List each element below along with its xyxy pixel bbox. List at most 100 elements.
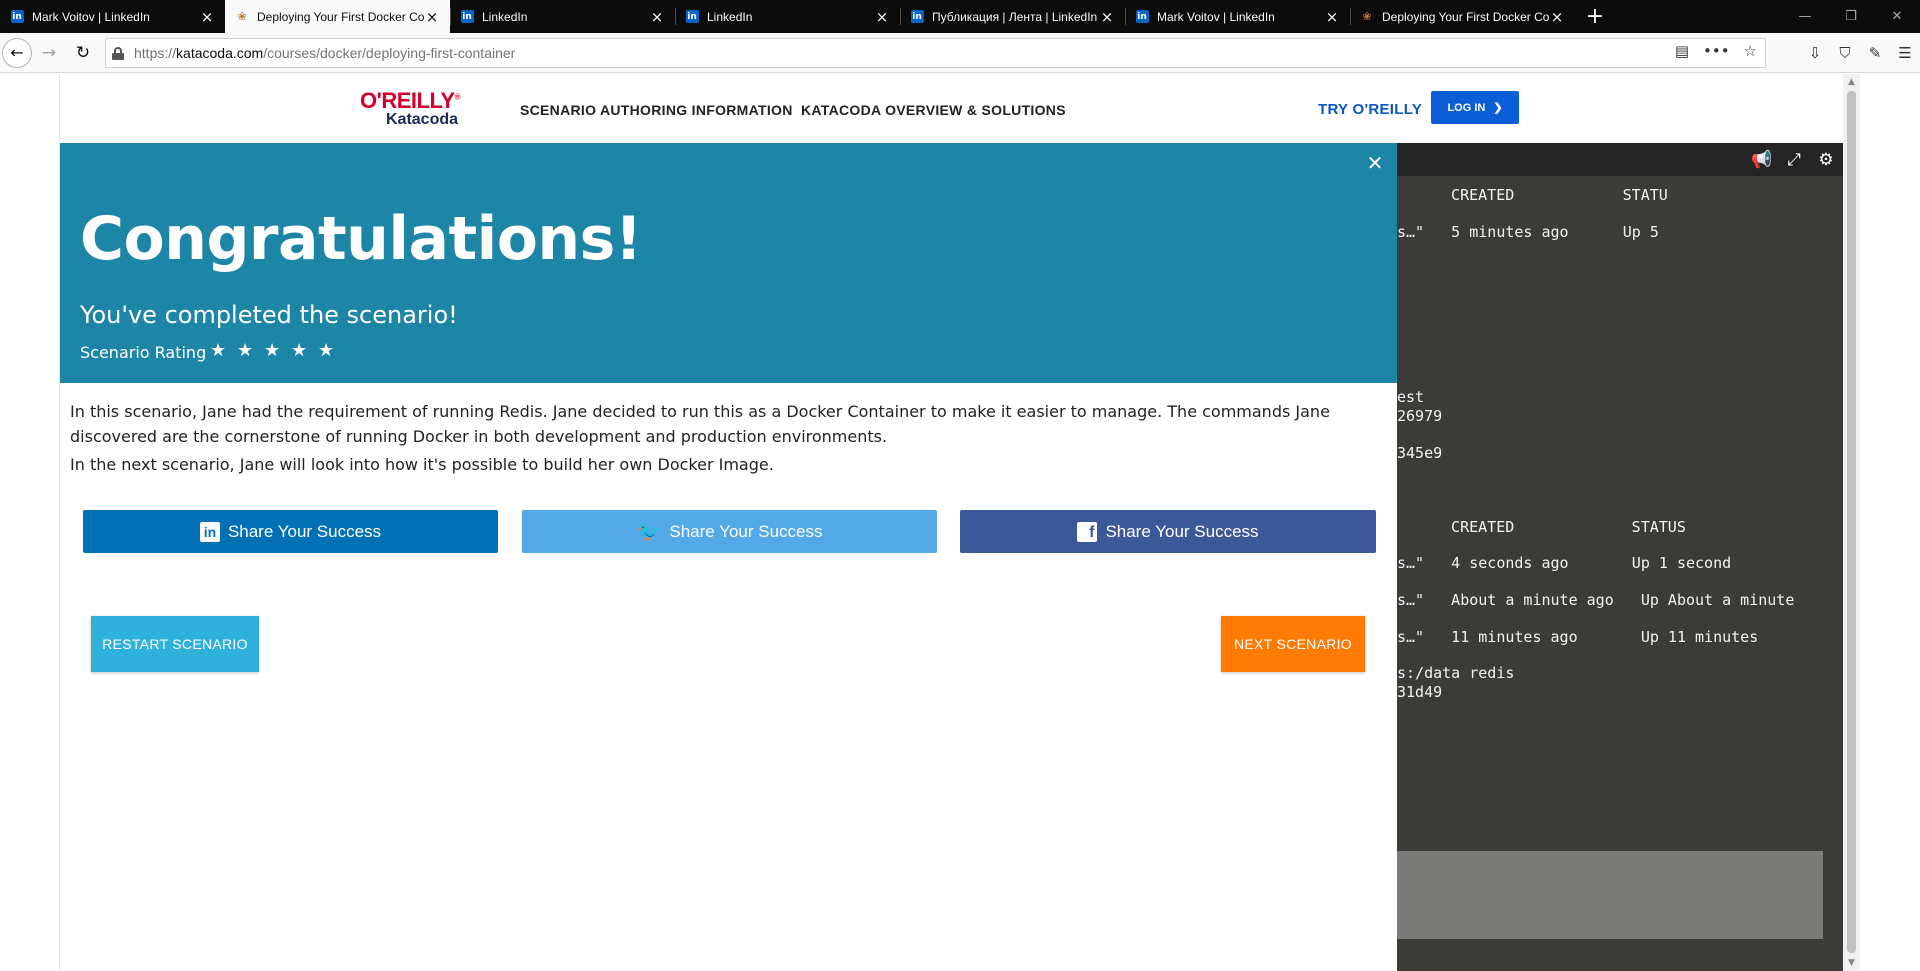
- browser-tab[interactable]: in LinkedIn ×: [450, 0, 675, 33]
- terminal-selection[interactable]: [1397, 851, 1823, 939]
- terminal-panel[interactable]: 📢 ⤢ ⚙ CREATED STATU s…" 5 minutes ago Up…: [1397, 143, 1843, 971]
- star-icon[interactable]: ★: [264, 342, 282, 360]
- browser-tab[interactable]: ❀ Deploying Your First Docker Co ×: [1350, 0, 1575, 33]
- twitter-bird-icon: 🐦: [636, 521, 662, 543]
- share-twitter-button[interactable]: 🐦 Share Your Success: [522, 510, 937, 553]
- star-icon[interactable]: ★: [210, 342, 228, 360]
- forward-arrow-icon[interactable]: →: [32, 38, 66, 68]
- restore-icon[interactable]: ❐: [1828, 0, 1874, 33]
- terminal-line: s…" 11 minutes ago Up 11 minutes: [1397, 628, 1759, 646]
- nav-link-katacoda-overview[interactable]: KATACODA OVERVIEW & SOLUTIONS: [801, 102, 1066, 118]
- close-icon[interactable]: ✕: [1363, 151, 1387, 175]
- scroll-thumb[interactable]: [1847, 91, 1856, 953]
- tab-strip: in Mark Voitov | LinkedIn × ❀ Deploying …: [0, 0, 1920, 33]
- extension-icon[interactable]: ✎: [1860, 38, 1890, 68]
- close-tab-icon[interactable]: ×: [424, 9, 440, 25]
- page: O'REILLY® Katacoda SCENARIO AUTHORING IN…: [59, 74, 1843, 971]
- tab-title: LinkedIn: [707, 9, 753, 24]
- shield-icon[interactable]: ⛉: [1830, 38, 1860, 68]
- page-viewport: O'REILLY® Katacoda SCENARIO AUTHORING IN…: [0, 74, 1920, 971]
- close-tab-icon[interactable]: ×: [199, 9, 215, 25]
- settings-gear-icon[interactable]: ⚙: [1815, 150, 1837, 170]
- terminal-line: est: [1397, 388, 1425, 406]
- tab-title: Deploying Your First Docker Co: [257, 9, 424, 24]
- linkedin-icon: in: [910, 10, 924, 23]
- terminal-line: 345e9: [1397, 444, 1443, 462]
- terminal-line: s…" 5 minutes ago Up 5: [1397, 223, 1659, 241]
- expand-icon[interactable]: ⤢: [1783, 150, 1805, 170]
- minimize-icon[interactable]: —: [1782, 0, 1828, 33]
- nav-link-scenario-authoring[interactable]: SCENARIO AUTHORING INFORMATION: [520, 102, 793, 118]
- modal-banner: ✕ Congratulations! You've completed the …: [60, 143, 1397, 383]
- completion-modal: ✕ Congratulations! You've completed the …: [60, 143, 1397, 971]
- browser-tab-active[interactable]: ❀ Deploying Your First Docker Co ×: [225, 0, 450, 33]
- downloads-icon[interactable]: ⇩: [1800, 38, 1830, 68]
- megaphone-icon[interactable]: 📢: [1751, 150, 1773, 170]
- browser-tab[interactable]: in LinkedIn ×: [675, 0, 900, 33]
- facebook-icon: f: [1077, 521, 1098, 542]
- share-linkedin-button[interactable]: in Share Your Success: [83, 510, 498, 553]
- navigation-toolbar: ← → ↻ https://katacoda.com/courses/docke…: [0, 33, 1920, 73]
- scroll-down-icon[interactable]: ▼: [1843, 955, 1860, 971]
- modal-subtitle: You've completed the scenario!: [80, 301, 458, 329]
- tab-title: LinkedIn: [482, 9, 528, 24]
- tab-title: Mark Voitov | LinkedIn: [32, 9, 150, 24]
- page-scrollbar[interactable]: ▲ ▼: [1843, 74, 1860, 971]
- terminal-line: s:/data redis: [1397, 664, 1515, 682]
- reader-view-icon[interactable]: ▤: [1675, 42, 1689, 60]
- back-arrow-icon[interactable]: ←: [2, 37, 32, 68]
- terminal-line: 26979: [1397, 407, 1443, 425]
- scenario-summary: In this scenario, Jane had the requireme…: [70, 402, 1330, 446]
- bookmark-star-icon[interactable]: ☆: [1744, 42, 1757, 60]
- star-icon[interactable]: ★: [318, 342, 336, 360]
- tab-title: Mark Voitov | LinkedIn: [1157, 9, 1275, 24]
- terminal-line: CREATED STATUS: [1433, 518, 1686, 536]
- restart-scenario-button[interactable]: RESTART SCENARIO: [91, 616, 259, 672]
- oreilly-katacoda-logo[interactable]: O'REILLY® Katacoda: [360, 88, 470, 132]
- next-scenario-button[interactable]: NEXT SCENARIO: [1221, 616, 1365, 672]
- tab-title: Deploying Your First Docker Co: [1382, 9, 1549, 24]
- tab-title: Публикация | Лента | LinkedIn: [932, 9, 1098, 24]
- url-text: https://katacoda.com/courses/docker/depl…: [134, 45, 516, 61]
- close-tab-icon[interactable]: ×: [1549, 9, 1565, 25]
- next-scenario-summary: In the next scenario, Jane will look int…: [70, 455, 774, 474]
- new-tab-button[interactable]: +: [1575, 0, 1615, 33]
- terminal-line: CREATED STATU: [1433, 186, 1668, 204]
- try-oreilly-link[interactable]: TRY O'REILLY: [1318, 101, 1422, 118]
- reload-icon[interactable]: ↻: [66, 38, 100, 68]
- rating-label: Scenario Rating: [80, 343, 207, 362]
- page-actions-icon[interactable]: •••: [1703, 42, 1730, 60]
- close-tab-icon[interactable]: ×: [874, 9, 890, 25]
- browser-tab[interactable]: in Mark Voitov | LinkedIn ×: [1125, 0, 1350, 33]
- share-facebook-button[interactable]: f Share Your Success: [960, 510, 1376, 553]
- linkedin-icon: in: [199, 521, 220, 542]
- linkedin-icon: in: [1135, 10, 1149, 23]
- close-tab-icon[interactable]: ×: [649, 9, 665, 25]
- terminal-line: 31d49: [1397, 683, 1443, 701]
- menu-icon[interactable]: ☰: [1890, 38, 1920, 68]
- browser-tab[interactable]: in Публикация | Лента | LinkedIn ×: [900, 0, 1125, 33]
- browser-tab[interactable]: in Mark Voitov | LinkedIn ×: [0, 0, 225, 33]
- terminal-line: s…" About a minute ago Up About a minute: [1397, 591, 1795, 609]
- window-controls: — ❐ ✕: [1782, 0, 1920, 33]
- terminal-line: s…" 4 seconds ago Up 1 second: [1397, 554, 1732, 572]
- katacoda-icon: ❀: [237, 10, 247, 23]
- close-tab-icon[interactable]: ×: [1099, 9, 1115, 25]
- site-header: O'REILLY® Katacoda SCENARIO AUTHORING IN…: [60, 74, 1843, 143]
- star-icon[interactable]: ★: [291, 342, 309, 360]
- rating-stars[interactable]: ★ ★ ★ ★ ★: [210, 342, 336, 360]
- star-icon[interactable]: ★: [237, 342, 255, 360]
- chevron-right-icon: ❯: [1493, 102, 1503, 114]
- modal-title: Congratulations!: [80, 204, 642, 274]
- linkedin-icon: in: [460, 10, 474, 23]
- katacoda-icon: ❀: [1362, 10, 1372, 23]
- close-tab-icon[interactable]: ×: [1324, 9, 1340, 25]
- linkedin-icon: in: [685, 10, 699, 23]
- scroll-up-icon[interactable]: ▲: [1843, 74, 1860, 90]
- linkedin-icon: in: [10, 10, 24, 23]
- terminal-toolbar: 📢 ⤢ ⚙: [1397, 143, 1843, 176]
- window-close-icon[interactable]: ✕: [1874, 0, 1920, 33]
- lock-icon[interactable]: [112, 46, 124, 60]
- login-button[interactable]: LOG IN ❯: [1431, 91, 1519, 124]
- url-bar[interactable]: https://katacoda.com/courses/docker/depl…: [105, 38, 1766, 68]
